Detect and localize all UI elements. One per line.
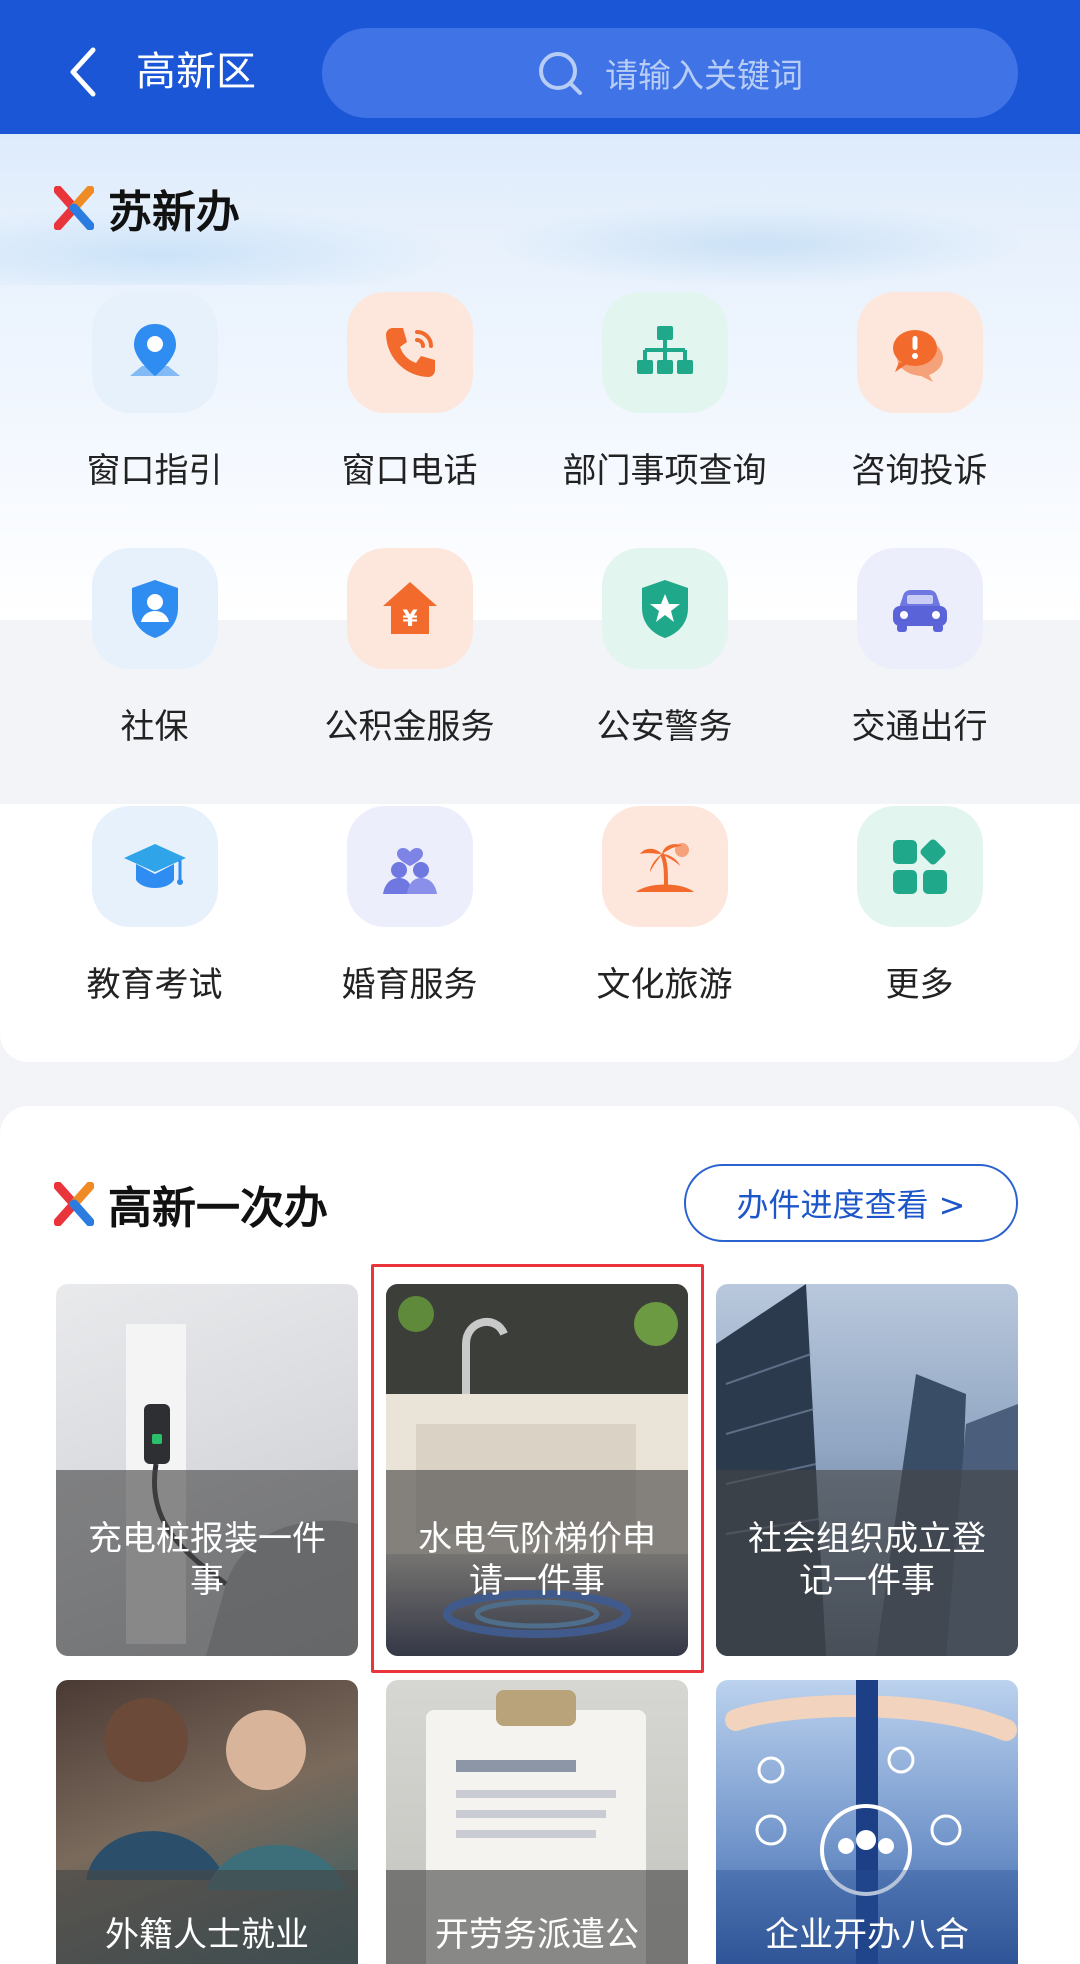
card-caption-bg: 企业开办八合 xyxy=(716,1870,1018,1964)
phone-icon xyxy=(346,292,473,413)
grid-label: 更多 xyxy=(885,965,954,1005)
page-title: 高新区 xyxy=(136,49,256,95)
svg-text:¥: ¥ xyxy=(402,607,418,632)
section-header-gaoxin: 高新一次办 xyxy=(54,1172,328,1236)
x-logo-icon xyxy=(54,1182,94,1226)
section-title: 高新一次办 xyxy=(108,1183,328,1234)
card-label: 外籍人士就业 xyxy=(105,1915,309,1955)
card-label: 充电桩报装一件事 xyxy=(88,1519,326,1601)
card-caption-bg: 外籍人士就业 xyxy=(56,1870,358,1964)
grid-item-marriage[interactable]: 婚育服务 xyxy=(282,806,537,1006)
search-input[interactable]: 请输入关键词 xyxy=(322,28,1018,118)
search-icon xyxy=(539,52,582,95)
service-card-social-org[interactable]: 社会组织成立登记一件事 xyxy=(716,1284,1018,1656)
grid-item-dept-query[interactable]: 部门事项查询 xyxy=(537,292,792,492)
grid-item-more[interactable]: 更多 xyxy=(792,806,1047,1006)
couple-heart-icon xyxy=(346,806,473,927)
apps-grid-icon xyxy=(856,806,983,927)
grid-item-window-guide[interactable]: 窗口指引 xyxy=(27,292,282,492)
selection-highlight xyxy=(371,1264,704,1673)
grid-item-social-security[interactable]: 社保 xyxy=(27,548,282,748)
top-bar: 高新区 请输入关键词 xyxy=(0,0,1080,134)
grid-label: 部门事项查询 xyxy=(562,451,767,491)
grid-item-transport[interactable]: 交通出行 xyxy=(792,548,1047,748)
progress-check-button[interactable]: 办件进度查看 > xyxy=(684,1164,1018,1242)
card-caption-bg: 开劳务派遣公 xyxy=(386,1870,688,1964)
location-pin-icon xyxy=(91,292,218,413)
x-logo-icon xyxy=(54,186,94,230)
grid-item-police[interactable]: 公安警务 xyxy=(537,548,792,748)
card-caption-bg: 充电桩报装一件事 xyxy=(56,1470,358,1656)
service-card-foreigner-employment[interactable]: 外籍人士就业 xyxy=(56,1680,358,1964)
grid-label: 咨询投诉 xyxy=(851,451,988,491)
card-label: 企业开办八合 xyxy=(765,1915,969,1955)
service-card-charging[interactable]: 充电桩报装一件事 xyxy=(56,1284,358,1656)
grid-label: 社保 xyxy=(120,707,189,747)
grid-item-consult-complaint[interactable]: 咨询投诉 xyxy=(792,292,1047,492)
house-yuan-icon: ¥ xyxy=(346,548,473,669)
car-icon xyxy=(856,548,983,669)
palm-island-icon xyxy=(601,806,728,927)
org-chart-icon xyxy=(601,292,728,413)
section-title: 苏新办 xyxy=(108,187,240,238)
grid-item-housing-fund[interactable]: ¥ 公积金服务 xyxy=(282,548,537,748)
police-badge-icon xyxy=(601,548,728,669)
shield-user-icon xyxy=(91,548,218,669)
service-card-labor-dispatch[interactable]: 开劳务派遣公 xyxy=(386,1680,688,1964)
grid-item-culture-tourism[interactable]: 文化旅游 xyxy=(537,806,792,1006)
grid-label: 窗口电话 xyxy=(341,451,478,491)
back-button[interactable] xyxy=(58,40,106,104)
graduation-cap-icon xyxy=(91,806,218,927)
grid-item-window-phone[interactable]: 窗口电话 xyxy=(282,292,537,492)
search-placeholder: 请输入关键词 xyxy=(605,56,803,95)
grid-label: 公积金服务 xyxy=(324,707,495,747)
grid-label: 文化旅游 xyxy=(596,965,733,1005)
card-label: 开劳务派遣公 xyxy=(435,1915,639,1955)
grid-label: 交通出行 xyxy=(851,707,988,747)
grid-label: 教育考试 xyxy=(86,965,223,1005)
section-header-suxinban: 苏新办 xyxy=(54,176,240,240)
grid-label: 窗口指引 xyxy=(86,451,223,491)
grid-label: 婚育服务 xyxy=(341,965,478,1005)
chevron-left-icon xyxy=(70,47,96,97)
service-card-business-start[interactable]: 企业开办八合 xyxy=(716,1680,1018,1964)
grid-item-education[interactable]: 教育考试 xyxy=(27,806,282,1006)
card-caption-bg: 社会组织成立登记一件事 xyxy=(716,1470,1018,1656)
card-label: 社会组织成立登记一件事 xyxy=(748,1519,986,1601)
grid-label: 公安警务 xyxy=(596,707,733,747)
chat-alert-icon xyxy=(856,292,983,413)
